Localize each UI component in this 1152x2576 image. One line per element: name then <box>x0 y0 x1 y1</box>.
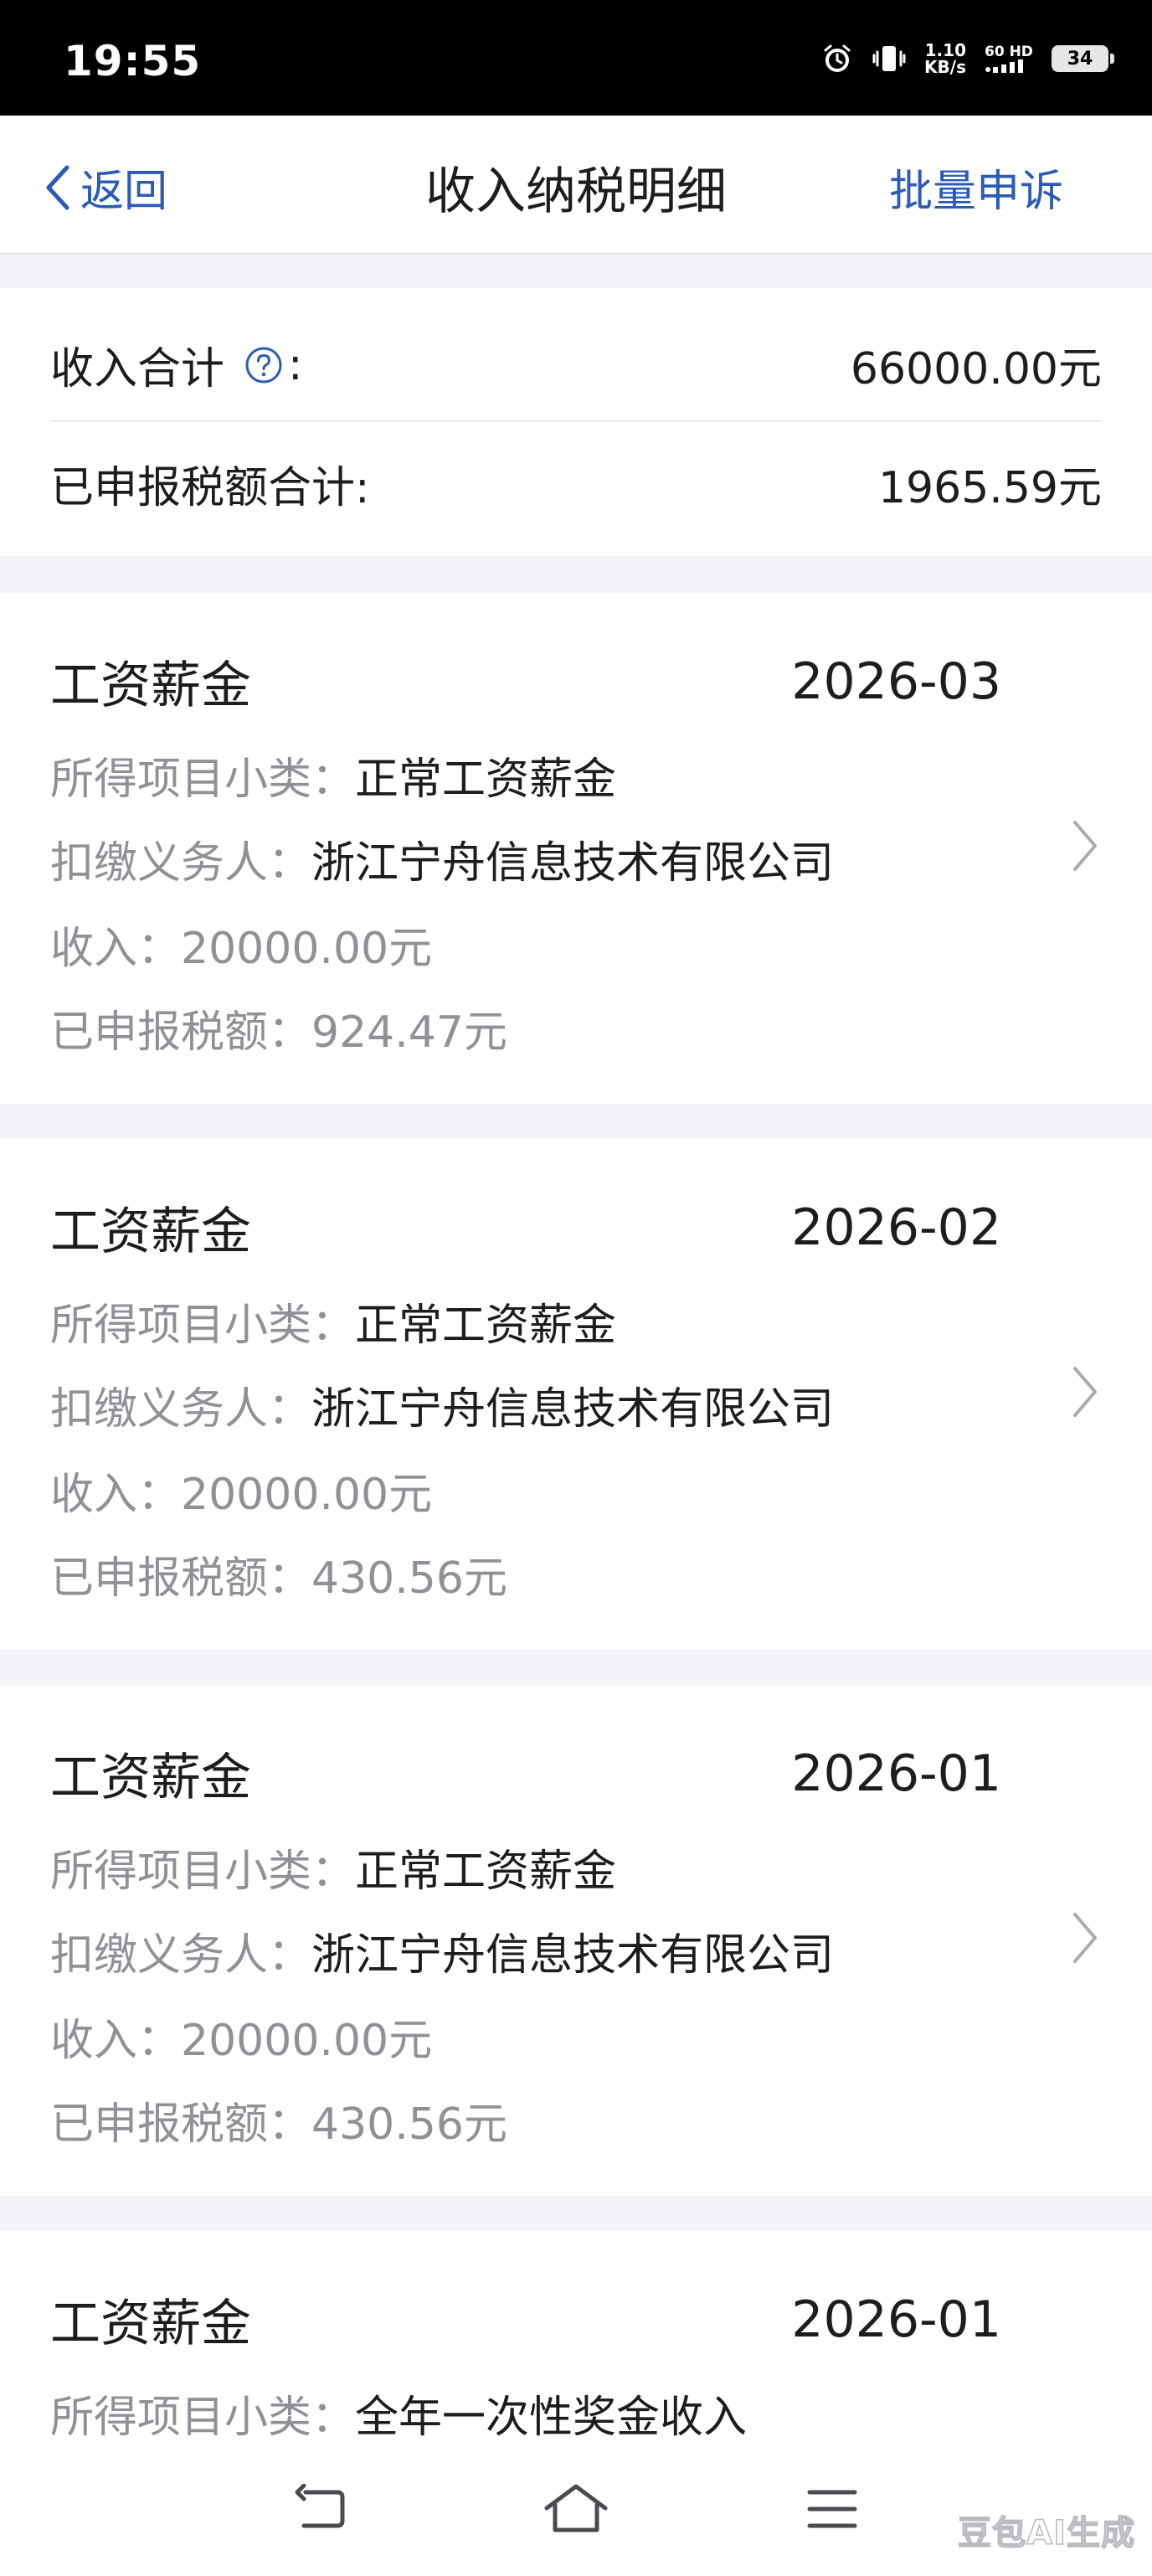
home-icon <box>544 2484 608 2532</box>
tax-total-row: 已申报税额合计: 1965.59元 <box>50 452 1102 515</box>
record-tax: 已申报税额：430.56元 <box>50 1543 507 1605</box>
system-nav-bar: 豆包AI生成 <box>0 2444 1152 2576</box>
income-value: 20000.00元 <box>181 924 433 974</box>
record-tax: 已申报税额：430.56元 <box>50 2089 507 2151</box>
vibrate-icon <box>872 46 906 71</box>
income-total-label-group: 收入合计 : <box>50 333 303 396</box>
income-record[interactable]: 工资薪金 2026-02 所得项目小类：正常工资薪金 扣缴义务人：浙江宁舟信息技… <box>0 1139 1152 1650</box>
income-label: 收入： <box>50 1470 182 1520</box>
network-type: 60 HD <box>985 44 1033 73</box>
income-total-row: 收入合计 : 66000.00元 <box>50 333 1102 396</box>
record-period: 2026-01 <box>791 2290 1001 2349</box>
return-arrow-icon <box>295 2484 345 2528</box>
tax-label: 已申报税额： <box>50 1553 312 1604</box>
summary-divider <box>50 420 1102 422</box>
chevron-right-icon <box>1073 821 1097 871</box>
record-income: 收入：20000.00元 <box>50 913 432 976</box>
withholder-label: 扣缴义务人： <box>50 1930 312 1981</box>
tax-label: 已申报税额： <box>50 1007 312 1058</box>
record-income: 收入：20000.00元 <box>50 2005 432 2068</box>
chevron-right-icon <box>1073 1367 1097 1417</box>
record-period: 2026-03 <box>791 652 1001 711</box>
income-value: 20000.00元 <box>181 1470 433 1520</box>
record-subcategory: 所得项目小类：正常工资薪金 <box>50 1290 616 1352</box>
record-subcategory: 所得项目小类：全年一次性奖金收入 <box>50 2382 747 2445</box>
record-period: 2026-02 <box>791 1198 1001 1257</box>
record-income: 收入：20000.00元 <box>50 1459 432 1522</box>
record-category: 工资薪金 <box>50 1749 251 1807</box>
nav-bar: 返回 收入纳税明细 批量申诉 <box>0 116 1152 255</box>
net-speed-unit: KB/s <box>924 57 966 77</box>
tax-total-label: 已申报税额合计: <box>50 463 370 513</box>
income-total-colon: : <box>288 339 303 390</box>
subcategory-label: 所得项目小类： <box>50 1301 356 1351</box>
network-type-label: 60 HD <box>985 44 1033 60</box>
signal-icon <box>985 59 1023 73</box>
tax-value: 924.47元 <box>311 1007 507 1058</box>
record-header: 工资薪金 2026-03 <box>50 645 1001 718</box>
record-category: 工资薪金 <box>50 657 251 715</box>
question-circle-icon[interactable] <box>244 346 283 384</box>
record-tax: 已申报税额：924.47元 <box>50 997 507 1059</box>
net-speed-value: 1.10 <box>924 40 966 60</box>
record-category: 工资薪金 <box>50 1203 251 1261</box>
system-back-button[interactable] <box>285 2474 355 2544</box>
income-label: 收入： <box>50 924 182 974</box>
ai-watermark: 豆包AI生成 <box>957 2513 1135 2553</box>
batch-appeal-button[interactable]: 批量申诉 <box>889 156 1063 219</box>
subcategory-value: 全年一次性奖金收入 <box>355 2393 748 2443</box>
record-header: 工资薪金 2026-02 <box>50 1191 1001 1264</box>
status-time: 19:55 <box>64 37 202 85</box>
subcategory-value: 正常工资薪金 <box>355 1301 617 1351</box>
income-record[interactable]: 工资薪金 2026-03 所得项目小类：正常工资薪金 扣缴义务人：浙江宁舟信息技… <box>0 593 1152 1104</box>
status-bar: 19:55 1.10 KB/s 60 HD 34 <box>0 0 1152 116</box>
income-total-label: 收入合计 <box>50 344 225 394</box>
tax-label: 已申报税额： <box>50 2099 312 2150</box>
record-header: 工资薪金 2026-01 <box>50 2283 1001 2356</box>
withholder-label: 扣缴义务人： <box>50 838 312 889</box>
withholder-value: 浙江宁舟信息技术有限公司 <box>311 838 835 889</box>
battery-level: 34 <box>1067 48 1093 70</box>
withholder-value: 浙江宁舟信息技术有限公司 <box>311 1930 835 1981</box>
net-speed: 1.10 KB/s <box>924 42 966 75</box>
record-withholder: 扣缴义务人：浙江宁舟信息技术有限公司 <box>50 1373 834 1436</box>
withholder-value: 浙江宁舟信息技术有限公司 <box>311 1384 835 1435</box>
record-period: 2026-01 <box>791 1744 1001 1803</box>
record-withholder: 扣缴义务人：浙江宁舟信息技术有限公司 <box>50 827 834 890</box>
income-record[interactable]: 工资薪金 2026-01 所得项目小类：正常工资薪金 扣缴义务人：浙江宁舟信息技… <box>0 1685 1152 2196</box>
system-home-button[interactable] <box>541 2474 611 2544</box>
subcategory-value: 正常工资薪金 <box>355 755 617 805</box>
record-header: 工资薪金 2026-01 <box>50 1737 1001 1810</box>
summary-card: 收入合计 : 66000.00元 已申报税额合计: 1965.59元 <box>0 288 1152 556</box>
record-withholder: 扣缴义务人：浙江宁舟信息技术有限公司 <box>50 1919 834 1982</box>
battery-icon: 34 <box>1052 45 1114 72</box>
system-menu-button[interactable] <box>797 2474 867 2544</box>
alarm-icon <box>824 44 851 72</box>
withholder-label: 扣缴义务人： <box>50 1384 312 1435</box>
record-subcategory: 所得项目小类：正常工资薪金 <box>50 1836 616 1899</box>
subcategory-value: 正常工资薪金 <box>355 1847 617 1897</box>
tax-value: 430.56元 <box>311 2099 507 2150</box>
record-subcategory: 所得项目小类：正常工资薪金 <box>50 744 616 806</box>
status-icons: 1.10 KB/s 60 HD 34 <box>820 42 1114 75</box>
tax-total-value: 1965.59元 <box>877 463 1102 513</box>
record-category: 工资薪金 <box>50 2295 251 2353</box>
subcategory-label: 所得项目小类： <box>50 2393 356 2443</box>
menu-icon <box>807 2490 857 2528</box>
subcategory-label: 所得项目小类： <box>50 1847 356 1897</box>
chevron-right-icon <box>1073 1913 1097 1963</box>
tax-value: 430.56元 <box>311 1553 507 1604</box>
income-total-value: 66000.00元 <box>850 344 1102 394</box>
subcategory-label: 所得项目小类： <box>50 755 356 805</box>
income-label: 收入： <box>50 2016 182 2066</box>
income-value: 20000.00元 <box>181 2016 433 2066</box>
